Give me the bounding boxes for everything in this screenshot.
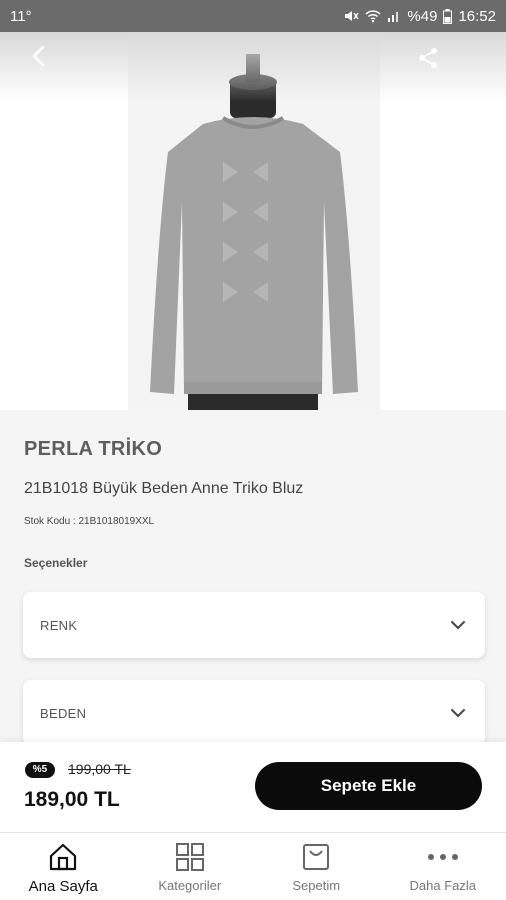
nav-cart[interactable]: Sepetim — [253, 833, 380, 900]
weather-temperature: 11° — [10, 7, 32, 25]
nav-cart-label: Sepetim — [292, 878, 341, 893]
nav-home-label: Ana Sayfa — [28, 878, 98, 895]
size-select[interactable]: BEDEN — [23, 680, 485, 746]
back-arrow-icon — [31, 45, 45, 72]
home-icon — [48, 841, 78, 873]
chevron-down-icon — [449, 704, 467, 722]
discount-badge: %5 — [25, 762, 55, 778]
price-bar: %5 199,00 TL 189,00 TL Sepete Ekle — [0, 742, 506, 832]
share-button[interactable] — [414, 46, 442, 74]
status-bar: 11° %49 16:52 — [0, 0, 506, 32]
current-price: 189,00 TL — [24, 788, 120, 811]
product-name: 21B1018 Büyük Beden Anne Triko Bluz — [24, 480, 304, 497]
product-info: PERLA TRİKO 21B1018 Büyük Beden Anne Tri… — [0, 410, 506, 755]
chevron-down-icon — [449, 616, 467, 634]
add-to-cart-button[interactable]: Sepete Ekle — [255, 762, 482, 810]
grid-icon — [175, 841, 205, 873]
product-brand: PERLA TRİKO — [24, 438, 163, 460]
back-button[interactable] — [24, 44, 52, 72]
nav-home[interactable]: Ana Sayfa — [0, 833, 127, 900]
status-icons: %49 16:52 — [343, 8, 496, 25]
clock: 16:52 — [458, 7, 496, 25]
battery-percent: %49 — [407, 7, 438, 25]
nav-more[interactable]: Daha Fazla — [380, 833, 506, 900]
product-image-area — [0, 32, 506, 410]
bottom-navigation: Ana Sayfa Kategoriler Sepetim Daha Fazla — [0, 832, 506, 900]
more-dots-icon — [426, 841, 460, 873]
stock-code: Stok Kodu : 21B1018019XXL — [24, 516, 155, 527]
battery-icon — [443, 8, 453, 24]
size-select-label: BEDEN — [40, 705, 87, 721]
share-icon — [417, 47, 439, 74]
mute-icon — [343, 9, 360, 23]
options-title: Seçenekler — [24, 556, 88, 570]
nav-more-label: Daha Fazla — [409, 878, 476, 893]
nav-categories[interactable]: Kategoriler — [127, 833, 254, 900]
nav-categories-label: Kategoriler — [158, 878, 222, 893]
color-select-label: RENK — [40, 617, 78, 633]
color-select[interactable]: RENK — [23, 592, 485, 658]
old-price: 199,00 TL — [68, 761, 131, 777]
signal-icon — [387, 9, 401, 23]
shopping-bag-icon — [301, 841, 331, 873]
wifi-icon — [365, 9, 381, 23]
